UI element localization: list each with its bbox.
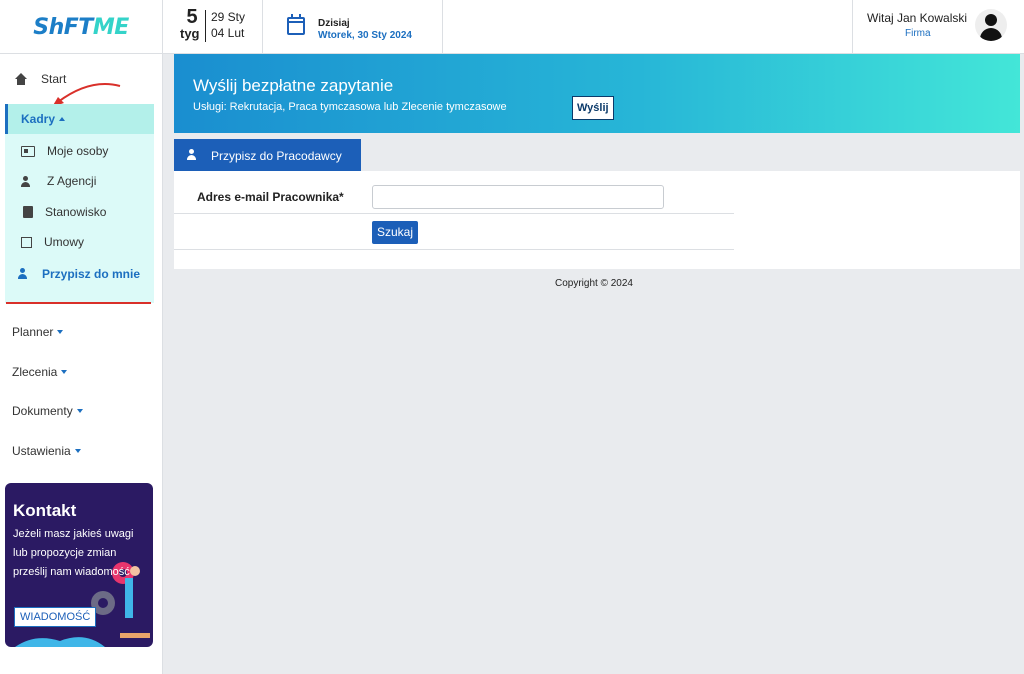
avatar[interactable] xyxy=(975,9,1007,41)
sidebar-item-label: Stanowisko xyxy=(45,205,107,219)
week-indicator: 5 tyg 29 Sty 04 Lut xyxy=(163,0,263,54)
sidebar-item-z-agencji[interactable]: Z Agencji xyxy=(21,174,96,188)
sidebar-item-label: Umowy xyxy=(44,235,85,249)
sidebar: Start Kadry Moje osoby Z Agencji Stanowi… xyxy=(0,54,163,674)
week-number: 5 xyxy=(186,6,198,28)
sidebar-item-label: Moje osoby xyxy=(47,144,109,158)
kadry-section: Kadry Moje osoby Z Agencji Stanowisko Um… xyxy=(5,104,154,303)
home-icon xyxy=(14,73,28,85)
sidebar-item-label: Dokumenty xyxy=(12,404,73,418)
contact-title: Kontakt xyxy=(13,501,77,520)
today-indicator: Dzisiaj Wtorek, 30 Sty 2024 xyxy=(263,0,443,54)
user-company: Firma xyxy=(905,28,931,39)
inquiry-banner: Wyślij bezpłatne zapytanie Usługi: Rekru… xyxy=(174,54,1020,133)
sidebar-item-umowy[interactable]: Umowy xyxy=(21,235,84,249)
banner-title: Wyślij bezpłatne zapytanie xyxy=(193,76,394,95)
id-card-icon xyxy=(21,145,35,157)
annotation-underline xyxy=(6,302,151,304)
today-label: Dzisiaj xyxy=(318,18,350,29)
sidebar-item-label: Z Agencji xyxy=(47,174,97,188)
message-button[interactable]: WIADOMOŚĆ xyxy=(14,607,97,627)
contact-text: Jeżeli masz jakieś uwagi lub propozycje … xyxy=(13,528,134,578)
user-menu[interactable]: Witaj Jan Kowalski Firma xyxy=(852,0,1024,54)
sidebar-item-label: Planner xyxy=(12,325,54,339)
week-start-date: 29 Sty xyxy=(211,10,246,24)
contract-icon xyxy=(21,236,32,248)
row-divider xyxy=(174,249,734,250)
sidebar-item-label: Przypisz do mnie xyxy=(42,267,141,281)
tab-label: Przypisz do Pracodawcy xyxy=(211,149,342,163)
user-icon xyxy=(187,149,201,160)
caret-down-icon xyxy=(76,409,83,413)
user-check-icon xyxy=(21,175,35,187)
sidebar-item-ustawienia[interactable]: Ustawienia xyxy=(12,444,81,458)
logo-text-accent: ME xyxy=(92,14,129,40)
week-label: tyg xyxy=(180,26,200,41)
calendar-icon xyxy=(287,14,305,35)
send-inquiry-button[interactable]: Wyślij xyxy=(572,96,614,120)
week-end-date: 04 Lut xyxy=(211,26,245,40)
search-button[interactable]: Szukaj xyxy=(372,221,419,244)
sidebar-item-moje-osoby[interactable]: Moje osoby xyxy=(21,144,108,158)
users-icon xyxy=(18,268,32,279)
top-header: ShFTME 5 tyg 29 Sty 04 Lut Dzisiaj Wtore… xyxy=(0,0,1024,54)
sidebar-item-przypisz-do-mnie[interactable]: Przypisz do mnie xyxy=(18,266,148,283)
user-greeting: Witaj Jan Kowalski xyxy=(867,11,968,25)
caret-down-icon xyxy=(61,370,68,374)
sidebar-item-label: Ustawienia xyxy=(12,444,71,458)
sidebar-item-planner[interactable]: Planner xyxy=(12,325,64,339)
caret-down-icon xyxy=(57,330,64,334)
sidebar-item-zlecenia[interactable]: Zlecenia xyxy=(12,365,68,379)
email-field-label: Adres e-mail Pracownika* xyxy=(197,190,344,204)
sidebar-item-kadry[interactable]: Kadry xyxy=(5,104,154,134)
caret-up-icon xyxy=(59,117,66,121)
logo[interactable]: ShFTME xyxy=(0,0,163,54)
copyright: Copyright © 2024 xyxy=(555,278,633,289)
book-icon xyxy=(23,206,33,218)
assign-form: Adres e-mail Pracownika* Szukaj xyxy=(174,171,1020,269)
row-divider xyxy=(174,213,734,214)
caret-down-icon xyxy=(74,449,81,453)
sidebar-item-label: Zlecenia xyxy=(12,365,58,379)
sidebar-item-label: Kadry xyxy=(21,112,56,126)
today-date: Wtorek, 30 Sty 2024 xyxy=(318,30,412,41)
sidebar-item-stanowisko[interactable]: Stanowisko xyxy=(21,205,106,219)
employee-email-input[interactable] xyxy=(372,185,664,209)
contact-card: Kontakt Jeżeli masz jakieś uwagi lub pro… xyxy=(5,483,153,647)
banner-subtitle: Usługi: Rekrutacja, Praca tymczasowa lub… xyxy=(193,101,507,113)
week-divider xyxy=(205,10,206,42)
logo-text-primary: ShFT xyxy=(33,14,93,40)
tab-przypisz-do-pracodawcy[interactable]: Przypisz do Pracodawcy xyxy=(174,139,361,171)
sidebar-item-dokumenty[interactable]: Dokumenty xyxy=(12,404,83,418)
